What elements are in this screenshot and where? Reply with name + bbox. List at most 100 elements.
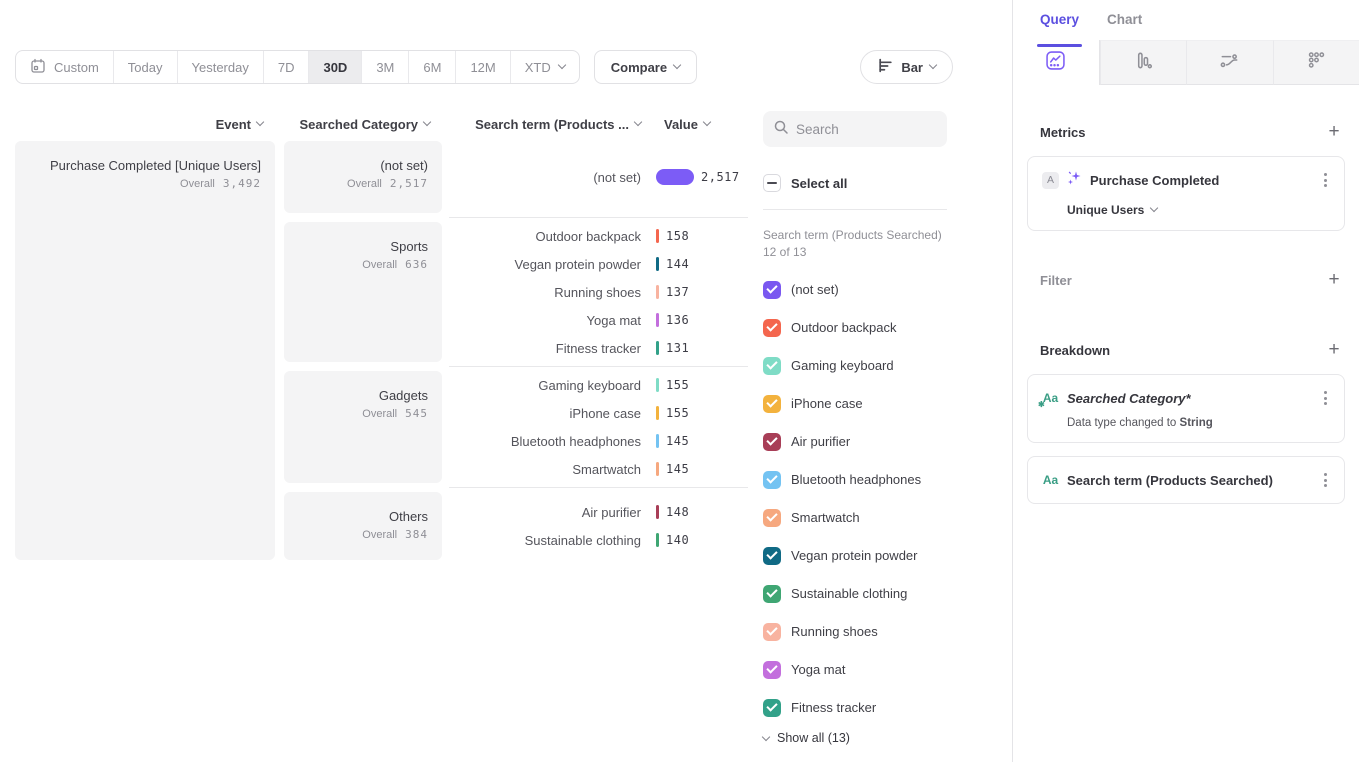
column-header-search-term[interactable]: Search term (Products ...: [449, 117, 649, 132]
date-range-12m[interactable]: 12M: [456, 51, 510, 83]
app-root: Custom Today Yesterday 7D 30D 3M 6M 12M …: [0, 0, 1359, 762]
date-range-today[interactable]: Today: [114, 51, 178, 83]
add-metric-button[interactable]: +: [1323, 121, 1345, 143]
compare-button[interactable]: Compare: [594, 50, 697, 84]
table-row[interactable]: Vegan protein powder 144: [449, 250, 748, 278]
column-header-event[interactable]: Event: [15, 117, 275, 132]
list-item[interactable]: Smartwatch: [763, 499, 947, 537]
funnel-icon: [1132, 49, 1155, 77]
column-header-group: Search term (Products ... Value: [449, 117, 748, 132]
metric-card[interactable]: A Purchase Completed Unique Users: [1027, 156, 1345, 231]
legend-items: (not set) Outdoor backpack Gaming keyboa…: [763, 271, 947, 727]
date-range-selector: Custom Today Yesterday 7D 30D 3M 6M 12M …: [15, 50, 580, 84]
date-range-yesterday[interactable]: Yesterday: [178, 51, 264, 83]
search-icon: [773, 119, 789, 140]
table-row[interactable]: iPhone case 155: [449, 399, 748, 427]
tab-query[interactable]: Query: [1040, 12, 1079, 40]
chart-type-button[interactable]: Bar: [860, 50, 953, 84]
list-item[interactable]: Running shoes: [763, 613, 947, 651]
tab-funnels[interactable]: [1100, 40, 1187, 85]
add-filter-button[interactable]: +: [1323, 269, 1345, 291]
row-group-others: Air purifier 148 Sustainable clothing 14…: [449, 492, 748, 560]
group-divider: [449, 217, 748, 218]
date-range-7d[interactable]: 7D: [264, 51, 310, 83]
category-card-gadgets[interactable]: Gadgets Overall 545: [284, 371, 442, 483]
table-row[interactable]: Bluetooth headphones 145: [449, 427, 748, 455]
select-all-checkbox[interactable]: [763, 174, 781, 192]
list-item[interactable]: Gaming keyboard: [763, 347, 947, 385]
category-card-not-set[interactable]: (not set) Overall 2,517: [284, 141, 442, 213]
series-letter-badge: A: [1042, 172, 1059, 189]
list-item[interactable]: Outdoor backpack: [763, 309, 947, 347]
category-card-sports[interactable]: Sports Overall 636: [284, 222, 442, 362]
series-checkbox[interactable]: [763, 699, 781, 717]
table-row[interactable]: Gaming keyboard 155: [449, 371, 748, 399]
list-item[interactable]: Sustainable clothing: [763, 575, 947, 613]
legend-list-label: Search term (Products Searched) 12 of 13: [763, 227, 947, 261]
show-all-toggle[interactable]: Show all (13): [763, 731, 947, 745]
add-breakdown-button[interactable]: +: [1323, 339, 1345, 361]
series-checkbox[interactable]: [763, 281, 781, 299]
kebab-menu-icon[interactable]: [1321, 388, 1330, 408]
series-checkbox[interactable]: [763, 585, 781, 603]
series-checkbox[interactable]: [763, 433, 781, 451]
breakdown-card[interactable]: Aa ✱ Searched Category* Data type change…: [1027, 374, 1345, 443]
tab-flows[interactable]: [1186, 40, 1273, 85]
tab-chart[interactable]: Chart: [1107, 12, 1142, 40]
breakdown-card[interactable]: Aa Search term (Products Searched): [1027, 456, 1345, 504]
category-card-others[interactable]: Others Overall 384: [284, 492, 442, 560]
group-divider: [449, 366, 748, 367]
series-checkbox[interactable]: [763, 395, 781, 413]
list-item[interactable]: Air purifier: [763, 423, 947, 461]
kebab-menu-icon[interactable]: [1321, 170, 1330, 190]
series-checkbox[interactable]: [763, 623, 781, 641]
date-range-xtd[interactable]: XTD: [511, 51, 579, 83]
retention-icon: [1305, 49, 1328, 77]
list-item[interactable]: Fitness tracker: [763, 689, 947, 727]
value-bar: [656, 229, 659, 243]
table-row[interactable]: (not set) 2,517: [449, 163, 748, 191]
table-row[interactable]: Outdoor backpack 158: [449, 222, 748, 250]
table-row[interactable]: Running shoes 137: [449, 278, 748, 306]
event-card[interactable]: Purchase Completed [Unique Users] Overal…: [15, 141, 275, 560]
date-range-30d[interactable]: 30D: [309, 51, 362, 83]
list-item[interactable]: (not set): [763, 271, 947, 309]
list-item[interactable]: Vegan protein powder: [763, 537, 947, 575]
breakdown-heading: Breakdown: [1040, 343, 1110, 358]
select-all-row[interactable]: Select all: [763, 174, 947, 192]
series-checkbox[interactable]: [763, 319, 781, 337]
value-bar: [656, 169, 694, 185]
column-header-value[interactable]: Value: [649, 117, 710, 132]
value-bar: [656, 462, 659, 476]
list-item[interactable]: iPhone case: [763, 385, 947, 423]
table-row[interactable]: Fitness tracker 131: [449, 334, 748, 362]
date-range-6m[interactable]: 6M: [409, 51, 456, 83]
series-checkbox[interactable]: [763, 357, 781, 375]
series-checkbox[interactable]: [763, 471, 781, 489]
chevron-down-icon: [704, 123, 710, 125]
measure-dropdown[interactable]: Unique Users: [1067, 203, 1330, 217]
date-range-3m[interactable]: 3M: [362, 51, 409, 83]
value-bar: [656, 533, 659, 547]
series-checkbox[interactable]: [763, 509, 781, 527]
breakdown-note: Data type changed to String: [1067, 417, 1330, 429]
table-header-row: Event Searched Category Search term (Pro…: [15, 111, 748, 137]
kebab-menu-icon[interactable]: [1321, 470, 1330, 490]
table-row[interactable]: Air purifier 148: [449, 498, 748, 526]
list-item[interactable]: Yoga mat: [763, 651, 947, 689]
table-row[interactable]: Yoga mat 136: [449, 306, 748, 334]
event-column: Purchase Completed [Unique Users] Overal…: [15, 141, 275, 560]
date-range-custom[interactable]: Custom: [16, 51, 114, 83]
series-checkbox[interactable]: [763, 661, 781, 679]
search-term-column: (not set) 2,517 Outdoor backpack 158: [449, 141, 748, 560]
search-input[interactable]: [796, 122, 937, 137]
table-row[interactable]: Smartwatch 145: [449, 455, 748, 483]
list-item[interactable]: Bluetooth headphones: [763, 461, 947, 499]
chevron-down-icon: [1151, 209, 1157, 211]
value-bar: [656, 257, 659, 271]
series-checkbox[interactable]: [763, 547, 781, 565]
table-row[interactable]: Sustainable clothing 140: [449, 526, 748, 554]
tab-retention[interactable]: [1273, 40, 1359, 85]
column-header-category[interactable]: Searched Category: [284, 117, 442, 132]
legend-search[interactable]: [763, 111, 947, 147]
